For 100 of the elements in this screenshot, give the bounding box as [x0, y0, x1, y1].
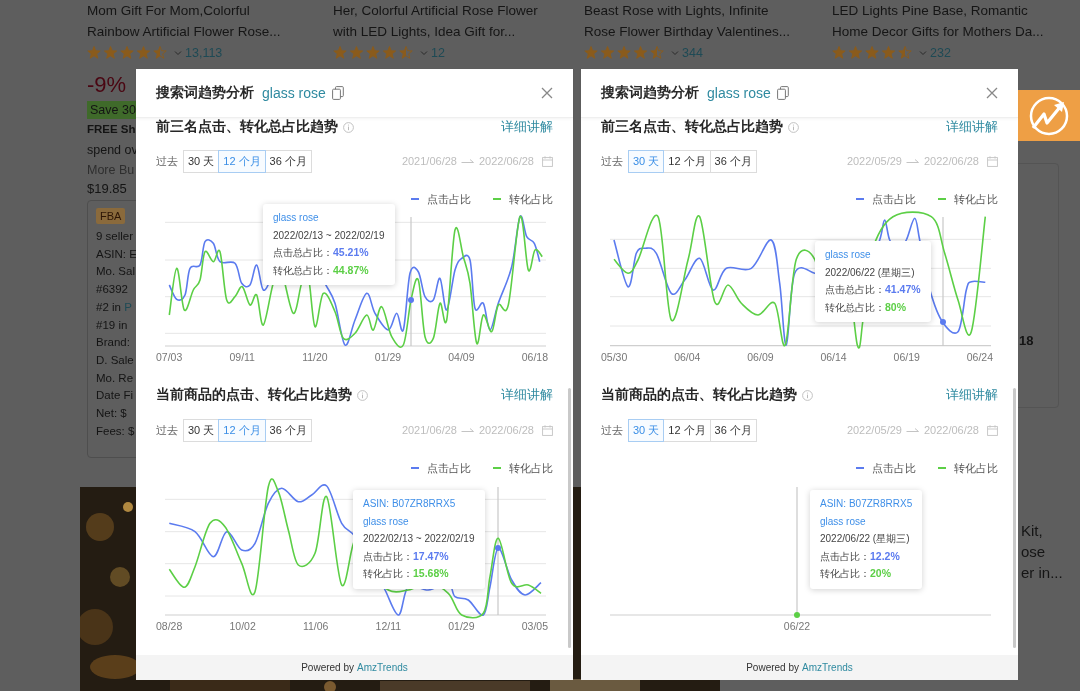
axis-label: 04/09: [448, 350, 475, 364]
legend-label[interactable]: 转化占比: [509, 460, 553, 476]
details-link[interactable]: 详细讲解: [946, 386, 998, 404]
tooltip-keyword: glass rose: [273, 211, 320, 225]
section-title: 前三名点击、转化总占比趋势: [156, 118, 338, 136]
end-date[interactable]: 2022/06/28: [478, 155, 534, 167]
range-tab[interactable]: 30 天: [628, 149, 665, 173]
product-title[interactable]: Her, Colorful Artificial Rose Flower: [333, 0, 576, 21]
tooltip-value: 41.47%: [885, 283, 921, 295]
tooltip-date: 2022/06/22 (星期三): [825, 265, 916, 280]
details-link[interactable]: 详细讲解: [946, 118, 998, 136]
range-tab[interactable]: 30 天: [628, 418, 665, 442]
legend-label[interactable]: 点击占比: [872, 460, 916, 476]
tooltip-label: 转化占比：: [820, 568, 870, 579]
info-text: Brand:: [96, 335, 130, 351]
close-icon[interactable]: [986, 87, 998, 99]
tooltip-keyword: glass rose: [363, 514, 410, 529]
range-tab[interactable]: 30 天: [183, 149, 220, 173]
coupon-label: Save 30: [87, 101, 139, 119]
product-title[interactable]: Home Decor Gifts for Mothers Da...: [832, 21, 1072, 42]
product-title[interactable]: Mom Gift For Mom,Colorful: [87, 0, 325, 21]
chevron-down-icon[interactable]: [174, 50, 182, 56]
axis-label: 07/03: [156, 350, 183, 364]
calendar-icon[interactable]: [542, 155, 553, 167]
product-title[interactable]: Rainbow Artificial Flower Rose...: [87, 21, 325, 42]
axis-label: 06/19: [893, 350, 920, 364]
legend-label[interactable]: 点击占比: [427, 460, 471, 476]
scrollbar[interactable]: [1013, 388, 1016, 648]
axis-label: 08/28: [156, 619, 183, 633]
product-title[interactable]: Kit,: [1021, 520, 1063, 541]
start-date[interactable]: 2021/06/28: [401, 424, 457, 436]
legend-label[interactable]: 转化占比: [954, 191, 998, 207]
legend-label[interactable]: 点击占比: [427, 191, 471, 207]
footer-text: Powered by: [746, 662, 799, 673]
extension-button[interactable]: [1018, 90, 1080, 141]
calendar-icon[interactable]: [542, 424, 553, 436]
hover-point: [495, 545, 501, 551]
tooltip-date: 2022/02/13 ~ 2022/02/19: [273, 228, 385, 243]
range-label: 过去: [601, 422, 623, 438]
product-title[interactable]: Rose Flower Birthday Valentines...: [584, 21, 824, 42]
keyword-link[interactable]: glass rose: [262, 85, 326, 101]
chevron-down-icon[interactable]: [420, 50, 428, 56]
keyword-link[interactable]: glass rose: [707, 85, 771, 101]
range-tab[interactable]: 12 个月: [218, 149, 266, 173]
tooltip-label: 点击总占比：: [825, 284, 885, 295]
range-label: 过去: [156, 153, 178, 169]
product-title[interactable]: Beast Rose with Lights, Infinite: [584, 0, 824, 21]
rank-text: 18: [1019, 333, 1034, 348]
end-date[interactable]: 2022/06/28: [478, 424, 534, 436]
info-icon[interactable]: [357, 389, 368, 401]
dialog-title: 搜索词趋势分析: [601, 84, 699, 102]
details-link[interactable]: 详细讲解: [501, 118, 553, 136]
section-title: 当前商品的点击、转化占比趋势: [601, 386, 797, 404]
chevron-down-icon[interactable]: [919, 50, 927, 56]
calendar-icon[interactable]: [987, 155, 998, 167]
details-link[interactable]: 详细讲解: [501, 386, 553, 404]
copy-icon[interactable]: [776, 86, 789, 100]
start-date[interactable]: 2022/05/29: [846, 155, 902, 167]
range-tab[interactable]: 36 个月: [709, 149, 757, 173]
axis-label: 06/04: [674, 350, 701, 364]
end-date[interactable]: 2022/06/28: [923, 424, 979, 436]
hover-point: [794, 612, 800, 618]
product-title[interactable]: ose: [1021, 541, 1063, 562]
tooltip-value: 80%: [885, 300, 906, 313]
scrollbar[interactable]: [568, 388, 571, 648]
close-icon[interactable]: [541, 87, 553, 99]
range-tab[interactable]: 12 个月: [218, 418, 266, 442]
start-date[interactable]: 2022/05/29: [846, 424, 902, 436]
tooltip-value: 12.2%: [870, 549, 900, 562]
tooltip-value: 44.87%: [333, 263, 369, 276]
tooltip-value: 17.47%: [413, 549, 449, 562]
range-tab[interactable]: 36 个月: [264, 418, 312, 442]
tooltip-keyword: glass rose: [820, 514, 867, 529]
range-tab[interactable]: 36 个月: [709, 418, 757, 442]
axis-label: 11/06: [302, 619, 329, 633]
tooltip-label: 点击占比：: [363, 550, 413, 562]
product-title[interactable]: er in...: [1021, 562, 1063, 583]
tooltip-date: 2022/06/22 (星期三): [820, 532, 911, 546]
legend-label[interactable]: 转化占比: [509, 191, 553, 207]
end-date[interactable]: 2022/06/28: [923, 155, 979, 167]
calendar-icon[interactable]: [987, 424, 998, 436]
range-tab[interactable]: 12 个月: [663, 149, 711, 173]
product-title[interactable]: LED Lights Pine Base, Romantic: [832, 0, 1072, 21]
product-title[interactable]: with LED Lights, Idea Gift for...: [333, 21, 576, 42]
info-icon[interactable]: [788, 121, 799, 133]
axis-label: 06/18: [521, 350, 548, 364]
fba-badge: FBA: [96, 208, 126, 224]
brand-link[interactable]: AmzTrends: [357, 662, 408, 673]
info-icon[interactable]: [343, 121, 354, 133]
copy-icon[interactable]: [331, 86, 344, 100]
range-tab[interactable]: 12 个月: [663, 418, 711, 442]
legend-label[interactable]: 点击占比: [872, 191, 916, 207]
shipping-text: FREE Sh: [87, 122, 136, 137]
chevron-down-icon[interactable]: [671, 50, 679, 56]
range-tab[interactable]: 30 天: [183, 418, 220, 442]
brand-link[interactable]: AmzTrends: [802, 662, 853, 673]
range-tab[interactable]: 36 个月: [264, 149, 312, 173]
legend-label[interactable]: 转化占比: [954, 460, 998, 476]
info-icon[interactable]: [802, 389, 813, 401]
start-date[interactable]: 2021/06/28: [401, 155, 457, 167]
